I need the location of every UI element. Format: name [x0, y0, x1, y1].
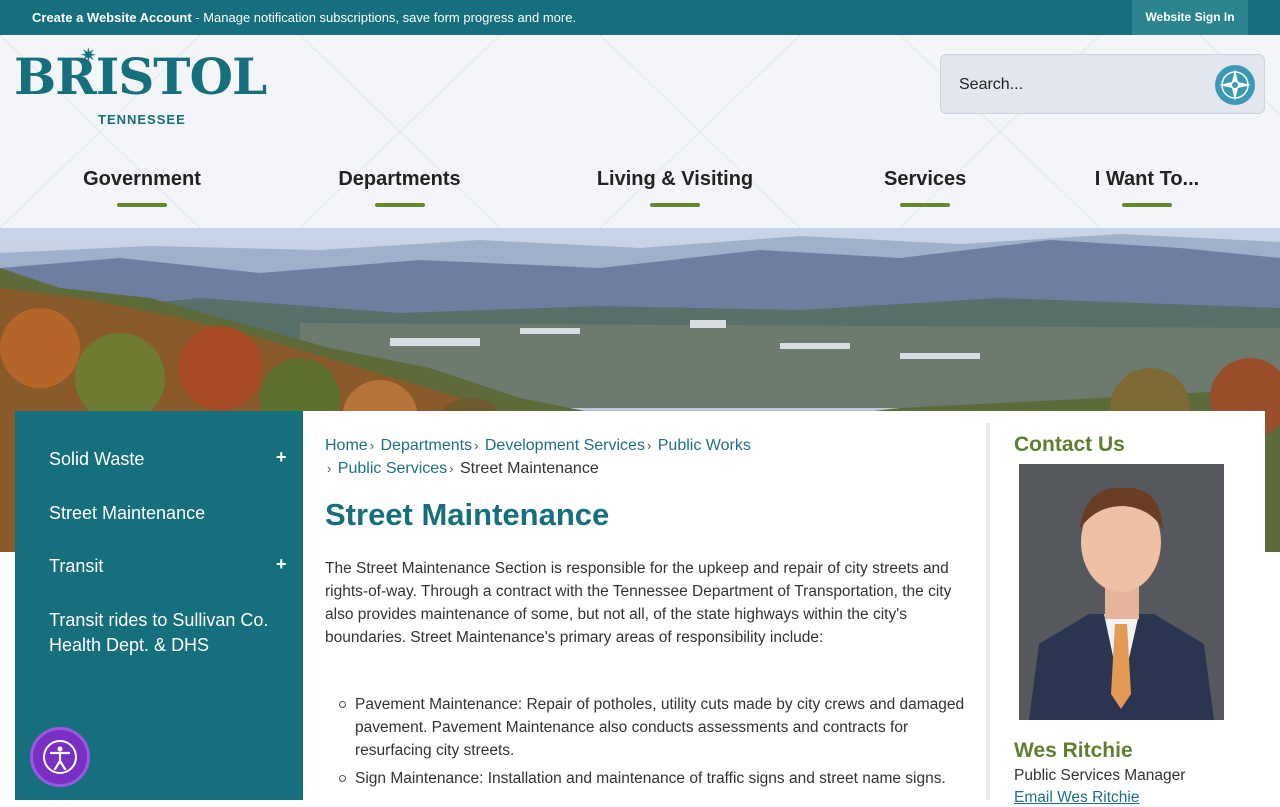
nav-i-want-to[interactable]: I Want To... [1094, 168, 1200, 207]
nav-services[interactable]: Services [884, 168, 967, 207]
contact-email-link[interactable]: Email Wes Ritchie [1014, 789, 1139, 807]
create-account-link[interactable]: Create a Website Account [32, 10, 192, 25]
contact-name: Wes Ritchie [1014, 739, 1133, 762]
breadcrumb-development-services[interactable]: Development Services [485, 437, 645, 454]
sidebar-item-transit-rides[interactable]: Transit rides to Sullivan Co. Health Dep… [49, 608, 269, 658]
sidebar-item-street-maintenance[interactable]: Street Maintenance [49, 501, 269, 526]
nav-underline [1122, 203, 1172, 207]
nav-government[interactable]: Government [80, 168, 204, 207]
breadcrumb: Home › Departments › Development Services ›… [325, 434, 965, 480]
column-divider [986, 423, 990, 800]
nav-underline [374, 203, 425, 207]
breadcrumb-public-works[interactable]: Public Works [658, 437, 751, 454]
bristol-logo[interactable]: ✷ BRISTOL TENNESSEE [14, 43, 267, 129]
compass-search-icon[interactable] [1215, 65, 1255, 105]
nav-label: Government [83, 168, 201, 190]
top-account-bar: Create a Website Account - Manage notifi… [0, 0, 1280, 35]
main-navigation: Government Departments Living & Visiting… [0, 160, 1280, 210]
main-content: Home › Departments › Development Services ›… [303, 411, 1265, 806]
list-item: Sign Maintenance: Installation and maint… [339, 767, 965, 790]
logo-wordmark: BRISTOL [14, 47, 267, 106]
expand-plus-icon[interactable]: + [276, 447, 287, 468]
contact-photo [1019, 464, 1224, 720]
breadcrumb-separator: › [369, 438, 375, 453]
create-account-message[interactable]: Create a Website Account - Manage notifi… [32, 10, 576, 25]
intro-paragraph: The Street Maintenance Section is respon… [325, 560, 952, 646]
breadcrumb-separator: › [449, 461, 454, 476]
nav-underline [650, 203, 700, 207]
logo-state: TENNESSEE [98, 112, 186, 127]
nav-label: I Want To... [1094, 168, 1200, 190]
breadcrumb-departments[interactable]: Departments [380, 437, 472, 454]
breadcrumb-public-services[interactable]: Public Services [338, 460, 447, 477]
sign-in-button[interactable]: Website Sign In [1132, 0, 1248, 35]
responsibility-list: Pavement Maintenance: Repair of potholes… [339, 693, 965, 795]
breadcrumb-current: Street Maintenance [459, 460, 599, 477]
page-title: Street Maintenance [325, 497, 610, 532]
breadcrumb-separator: › [327, 461, 332, 476]
sidebar-item-transit[interactable]: Transit [49, 554, 269, 579]
nav-label: Services [884, 168, 967, 190]
search-box [940, 54, 1265, 114]
search-input[interactable] [959, 73, 1199, 97]
nav-label: Living & Visiting [596, 168, 754, 190]
sidebar-item-solid-waste[interactable]: Solid Waste [49, 447, 269, 472]
list-item: Pavement Maintenance: Repair of potholes… [339, 693, 965, 762]
contact-role: Public Services Manager [1014, 767, 1186, 784]
contact-heading: Contact Us [1014, 433, 1125, 456]
nav-label: Departments [338, 168, 461, 190]
expand-plus-icon[interactable]: + [276, 554, 287, 575]
nav-departments[interactable]: Departments [334, 168, 465, 207]
accessibility-icon[interactable] [30, 727, 90, 787]
breadcrumb-separator: › [646, 438, 652, 453]
nav-underline [117, 203, 167, 207]
breadcrumb-separator: › [474, 438, 479, 453]
nav-underline [899, 203, 950, 207]
breadcrumb-home[interactable]: Home [325, 437, 368, 454]
account-description: - Manage notification subscriptions, sav… [191, 10, 577, 25]
nav-living-visiting[interactable]: Living & Visiting [596, 168, 754, 207]
contact-panel: Contact Us Wes Ritchie Public Services M… [1014, 433, 1254, 806]
site-header: ✷ BRISTOL TENNESSEE Government Departmen… [0, 35, 1280, 228]
